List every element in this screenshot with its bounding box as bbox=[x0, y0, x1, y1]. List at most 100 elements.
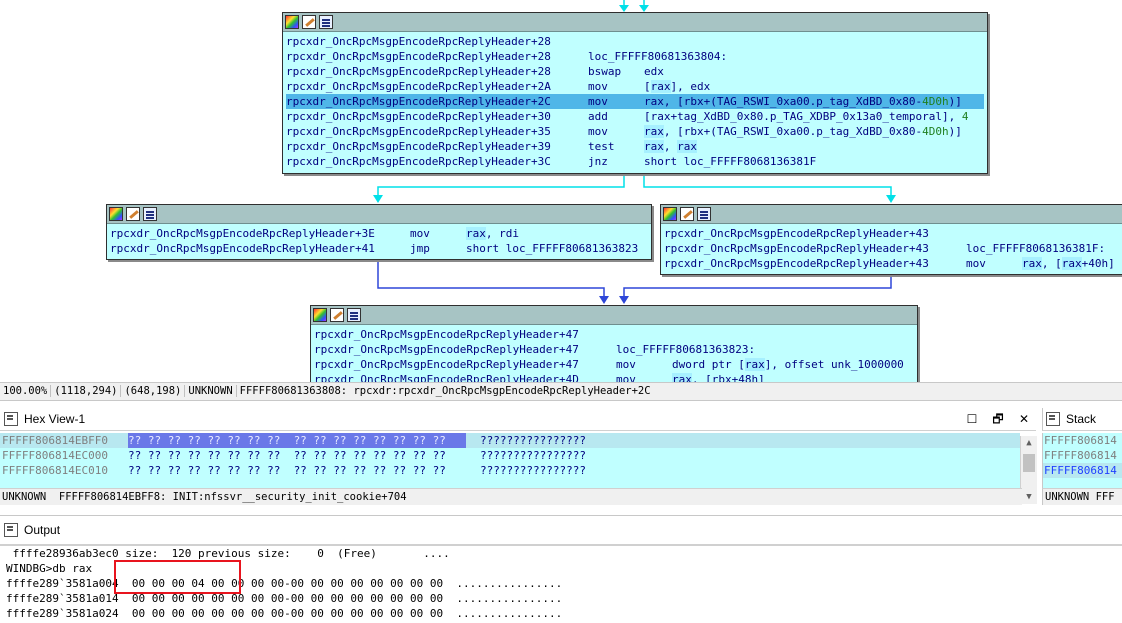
asm-line[interactable]: rpcxdr_OncRpcMsgpEncodeRpcReplyHeader+43 bbox=[664, 226, 1122, 241]
register-highlight[interactable]: rax bbox=[677, 140, 697, 153]
register-highlight[interactable]: rax bbox=[466, 227, 486, 240]
color-palette-icon[interactable] bbox=[663, 207, 677, 221]
register-highlight[interactable]: rax bbox=[1022, 257, 1042, 270]
register-highlight[interactable]: rax bbox=[644, 125, 664, 138]
register-highlight[interactable]: rax bbox=[1061, 257, 1082, 270]
scroll-down-icon[interactable]: ▼ bbox=[1021, 490, 1037, 504]
stack-row[interactable]: FFFFF806814 bbox=[1043, 448, 1122, 463]
operand[interactable]: , bbox=[664, 140, 677, 153]
asm-line[interactable]: rpcxdr_OncRpcMsgpEncodeRpcReplyHeader+35… bbox=[286, 124, 984, 139]
basic-block-bottom[interactable]: rpcxdr_OncRpcMsgpEncodeRpcReplyHeader+47… bbox=[310, 305, 918, 382]
operand[interactable]: , [rbx+48h] bbox=[692, 373, 765, 382]
hex-ascii[interactable]: ???????????????? bbox=[466, 433, 586, 448]
hex-ascii[interactable]: ???????????????? bbox=[466, 448, 586, 463]
code-label[interactable]: loc_FFFFF8068136381F: bbox=[966, 242, 1105, 255]
output-header[interactable]: Output bbox=[0, 515, 1122, 545]
asm-line[interactable]: rpcxdr_OncRpcMsgpEncodeRpcReplyHeader+28 bbox=[286, 34, 984, 49]
scroll-thumb[interactable] bbox=[1023, 454, 1035, 472]
edit-icon[interactable] bbox=[126, 207, 140, 221]
hex-dump[interactable]: FFFFF806814EBFF0 ?? ?? ?? ?? ?? ?? ?? ?? … bbox=[0, 433, 1020, 488]
block-title-bar[interactable] bbox=[661, 205, 1122, 224]
graph-icon[interactable] bbox=[143, 207, 157, 221]
maximize-icon[interactable]: ☐ bbox=[960, 408, 984, 430]
stack-dump[interactable]: FFFFF806814 FFFFF806814 FFFFF806814 bbox=[1042, 433, 1122, 488]
operand[interactable]: , rdi bbox=[486, 227, 519, 240]
block-code[interactable]: rpcxdr_OncRpcMsgpEncodeRpcReplyHeader+47… bbox=[311, 325, 917, 382]
graph-view[interactable]: rpcxdr_OncRpcMsgpEncodeRpcReplyHeader+28… bbox=[0, 0, 1122, 382]
operand[interactable]: ], edx bbox=[671, 80, 711, 93]
block-title-bar[interactable] bbox=[311, 306, 917, 325]
operand[interactable]: dword ptr [ bbox=[672, 358, 745, 371]
edit-icon[interactable] bbox=[302, 15, 316, 29]
asm-line[interactable]: rpcxdr_OncRpcMsgpEncodeRpcReplyHeader+28… bbox=[286, 64, 984, 79]
edit-icon[interactable] bbox=[330, 308, 344, 322]
block-code[interactable]: rpcxdr_OncRpcMsgpEncodeRpcReplyHeader+3E… bbox=[107, 224, 651, 258]
asm-line[interactable]: rpcxdr_OncRpcMsgpEncodeRpcReplyHeader+28… bbox=[286, 49, 984, 64]
operand[interactable]: rax, [rbx+(TAG_RSWI_0xa00.p_tag_XdBD_0x8… bbox=[644, 95, 922, 108]
hex-vertical-scrollbar[interactable]: ▲ ▼ bbox=[1020, 436, 1037, 504]
asm-line[interactable]: rpcxdr_OncRpcMsgpEncodeRpcReplyHeader+43… bbox=[664, 256, 1122, 271]
operand[interactable]: , [ bbox=[1042, 257, 1062, 270]
operand[interactable]: , [rbx+(TAG_RSWI_0xa00.p_tag_XdBD_0x80- bbox=[664, 125, 922, 138]
close-icon[interactable]: ✕ bbox=[1012, 408, 1036, 430]
block-title-bar[interactable] bbox=[283, 13, 987, 32]
register-highlight[interactable]: rax bbox=[744, 358, 765, 371]
operand[interactable]: 4 bbox=[962, 110, 969, 123]
asm-line[interactable]: rpcxdr_OncRpcMsgpEncodeRpcReplyHeader+2C… bbox=[286, 94, 984, 109]
register-highlight[interactable]: rax bbox=[644, 140, 664, 153]
asm-line[interactable]: rpcxdr_OncRpcMsgpEncodeRpcReplyHeader+30… bbox=[286, 109, 984, 124]
hex-ascii[interactable]: ???????????????? bbox=[466, 463, 586, 478]
code-label[interactable]: loc_FFFFF80681363823: bbox=[616, 343, 755, 356]
block-code[interactable]: rpcxdr_OncRpcMsgpEncodeRpcReplyHeader+43… bbox=[661, 224, 1122, 273]
graph-icon[interactable] bbox=[347, 308, 361, 322]
asm-line[interactable]: rpcxdr_OncRpcMsgpEncodeRpcReplyHeader+43… bbox=[664, 241, 1122, 256]
operand[interactable]: 4D0h bbox=[922, 125, 949, 138]
graph-icon[interactable] bbox=[319, 15, 333, 29]
asm-line[interactable]: rpcxdr_OncRpcMsgpEncodeRpcReplyHeader+3C… bbox=[286, 154, 984, 169]
hex-bytes[interactable]: ?? ?? ?? ?? ?? ?? ?? ?? ?? ?? ?? ?? ?? ?… bbox=[128, 433, 466, 448]
asm-line[interactable]: rpcxdr_OncRpcMsgpEncodeRpcReplyHeader+2A… bbox=[286, 79, 984, 94]
stack-row[interactable]: FFFFF806814 bbox=[1043, 463, 1122, 478]
operand[interactable]: ], offset unk_1000000 bbox=[765, 358, 904, 371]
asm-line[interactable]: rpcxdr_OncRpcMsgpEncodeRpcReplyHeader+47 bbox=[314, 327, 914, 342]
graph-icon[interactable] bbox=[697, 207, 711, 221]
asm-line[interactable]: rpcxdr_OncRpcMsgpEncodeRpcReplyHeader+41… bbox=[110, 241, 648, 256]
block-code[interactable]: rpcxdr_OncRpcMsgpEncodeRpcReplyHeader+28… bbox=[283, 32, 987, 171]
hex-view-header[interactable]: Hex View-1 ☐ 🗗 ✕ bbox=[0, 408, 1036, 431]
hex-bytes[interactable]: ?? ?? ?? ?? ?? ?? ?? ?? ?? ?? ?? ?? ?? ?… bbox=[128, 463, 466, 478]
hex-bytes[interactable]: ?? ?? ?? ?? ?? ?? ?? ?? ?? ?? ?? ?? ?? ?… bbox=[128, 448, 466, 463]
operand[interactable]: +40h] bbox=[1082, 257, 1115, 270]
register-highlight[interactable]: rax bbox=[672, 373, 692, 382]
stack-row[interactable]: FFFFF806814 bbox=[1043, 433, 1122, 448]
operand[interactable]: edx bbox=[644, 65, 664, 78]
asm-line[interactable]: rpcxdr_OncRpcMsgpEncodeRpcReplyHeader+3E… bbox=[110, 226, 648, 241]
hex-row[interactable]: FFFFF806814EC000 ?? ?? ?? ?? ?? ?? ?? ?? … bbox=[0, 448, 1020, 463]
asm-line[interactable]: rpcxdr_OncRpcMsgpEncodeRpcReplyHeader+39… bbox=[286, 139, 984, 154]
stack-view-header[interactable]: Stack view bbox=[1042, 408, 1122, 448]
mnemonic: mov bbox=[616, 373, 636, 382]
code-label[interactable]: loc_FFFFF80681363804: bbox=[588, 50, 727, 63]
register-highlight[interactable]: rax bbox=[650, 80, 671, 93]
edit-icon[interactable] bbox=[680, 207, 694, 221]
color-palette-icon[interactable] bbox=[285, 15, 299, 29]
hex-row[interactable]: FFFFF806814EC010 ?? ?? ?? ?? ?? ?? ?? ?? … bbox=[0, 463, 1020, 478]
basic-block-right[interactable]: rpcxdr_OncRpcMsgpEncodeRpcReplyHeader+43… bbox=[660, 204, 1122, 275]
asm-line[interactable]: rpcxdr_OncRpcMsgpEncodeRpcReplyHeader+47… bbox=[314, 342, 914, 357]
operand[interactable]: 4D0h bbox=[922, 95, 949, 108]
asm-line[interactable]: rpcxdr_OncRpcMsgpEncodeRpcReplyHeader+4D… bbox=[314, 372, 914, 382]
operand[interactable]: [ bbox=[644, 80, 651, 93]
operand[interactable]: short loc_FFFFF80681363823 bbox=[466, 242, 638, 255]
scroll-up-icon[interactable]: ▲ bbox=[1021, 436, 1037, 450]
hex-row[interactable]: FFFFF806814EBFF0 ?? ?? ?? ?? ?? ?? ?? ?? … bbox=[0, 433, 1020, 448]
operand[interactable]: short loc_FFFFF8068136381F bbox=[644, 155, 816, 168]
basic-block-left[interactable]: rpcxdr_OncRpcMsgpEncodeRpcReplyHeader+3E… bbox=[106, 204, 652, 260]
operand[interactable]: )] bbox=[949, 125, 962, 138]
basic-block-top[interactable]: rpcxdr_OncRpcMsgpEncodeRpcReplyHeader+28… bbox=[282, 12, 988, 174]
restore-icon[interactable]: 🗗 bbox=[986, 408, 1010, 430]
operand[interactable]: )] bbox=[949, 95, 962, 108]
color-palette-icon[interactable] bbox=[313, 308, 327, 322]
color-palette-icon[interactable] bbox=[109, 207, 123, 221]
block-title-bar[interactable] bbox=[107, 205, 651, 224]
asm-line[interactable]: rpcxdr_OncRpcMsgpEncodeRpcReplyHeader+47… bbox=[314, 357, 914, 372]
operand[interactable]: [rax+tag_XdBD_0x80.p_TAG_XDBP_0x13a0_tem… bbox=[644, 110, 962, 123]
